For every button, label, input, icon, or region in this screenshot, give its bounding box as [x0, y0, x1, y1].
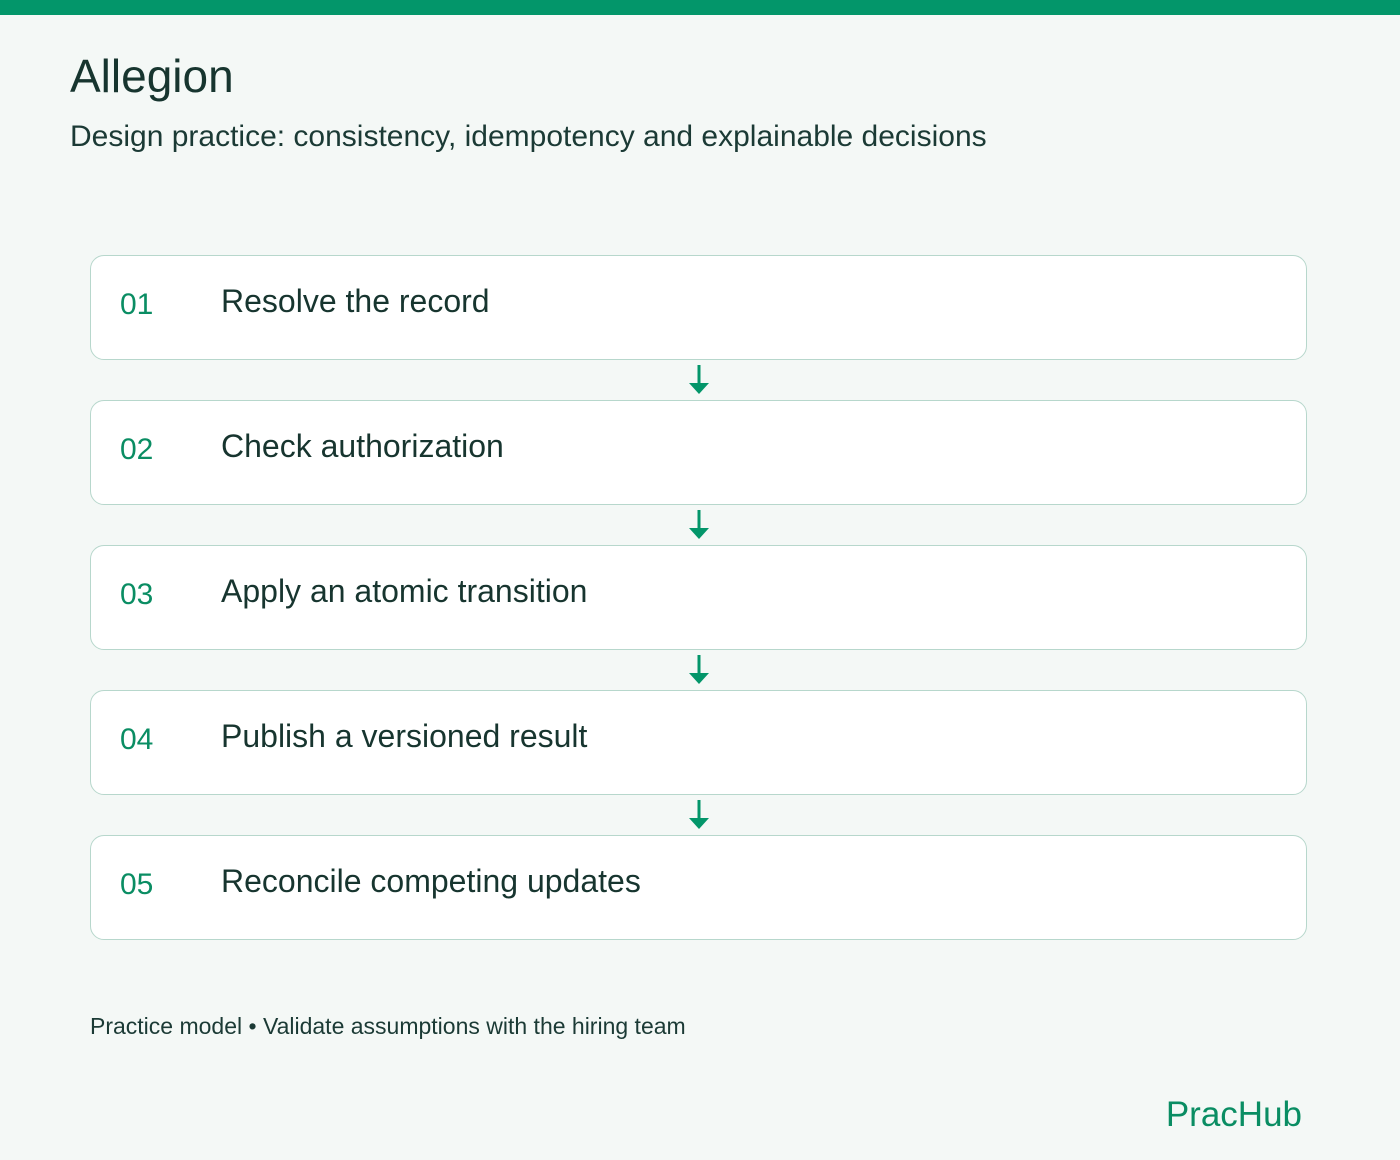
- step-number: 03: [120, 578, 154, 611]
- step-card-5: 05 Reconcile competing updates: [90, 835, 1307, 940]
- step-card-2: 02 Check authorization: [90, 400, 1307, 505]
- step-card-1: 01 Resolve the record: [90, 255, 1307, 360]
- arrow-down-icon: [689, 800, 709, 829]
- step-number: 01: [120, 288, 154, 321]
- step-number: 04: [120, 723, 154, 756]
- step-number: 05: [120, 868, 154, 901]
- page-subtitle: Design practice: consistency, idempotenc…: [70, 120, 987, 153]
- arrow-down-icon: [689, 510, 709, 539]
- step-card-3: 03 Apply an atomic transition: [90, 545, 1307, 650]
- step-label: Apply an atomic transition: [221, 573, 588, 609]
- step-label: Resolve the record: [221, 283, 490, 319]
- step-label: Reconcile competing updates: [221, 863, 641, 899]
- brand-logo-text: PracHub: [1165, 1095, 1302, 1134]
- step-label: Publish a versioned result: [221, 718, 588, 754]
- top-accent-bar: [0, 0, 1400, 15]
- footnote: Practice model • Validate assumptions wi…: [90, 1013, 686, 1039]
- arrow-down-icon: [689, 655, 709, 684]
- step-label: Check authorization: [221, 428, 504, 464]
- step-card-4: 04 Publish a versioned result: [90, 690, 1307, 795]
- page-title: Allegion: [70, 50, 234, 102]
- arrow-down-icon: [689, 365, 709, 394]
- step-number: 02: [120, 433, 154, 466]
